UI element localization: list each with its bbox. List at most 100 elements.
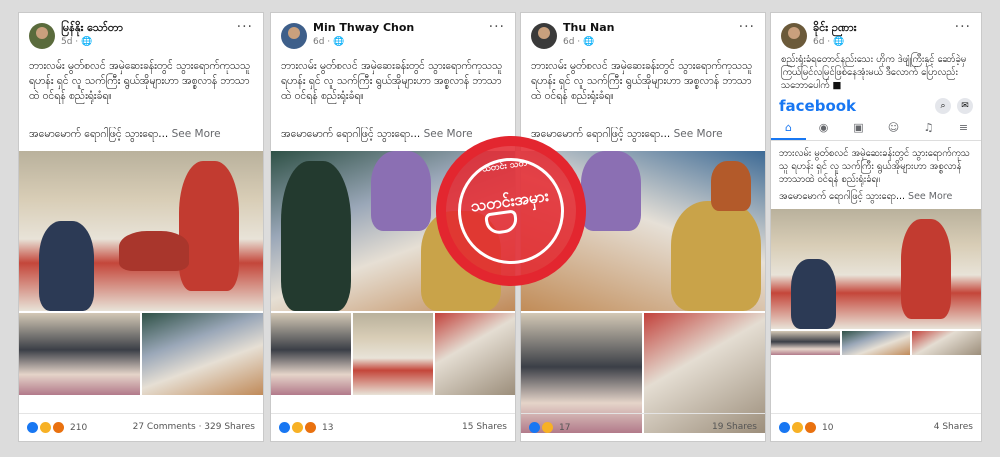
shared-photo-row — [771, 331, 981, 355]
like-reaction-icon — [27, 422, 38, 433]
post-stats[interactable]: 4 Shares — [934, 422, 973, 432]
post-meta: 6d · 🌐 — [813, 37, 845, 47]
photo-figure — [581, 151, 641, 231]
post-header: Thu Nan 6d · 🌐 ··· — [521, 13, 765, 57]
post-photo-main[interactable] — [19, 151, 263, 311]
reactions-summary[interactable]: 17 — [529, 422, 570, 433]
see-more-link[interactable]: See More — [172, 128, 221, 140]
like-reaction-icon — [529, 422, 540, 433]
post-photo-thumb[interactable] — [19, 313, 140, 395]
post-meta: 5d · 🌐 — [61, 37, 93, 47]
reaction-count: 10 — [822, 422, 834, 433]
post-author[interactable]: ခိုင်း ဉဏား — [813, 21, 856, 37]
post-author[interactable]: Thu Nan — [563, 21, 614, 34]
post-meta: 6d · 🌐 — [313, 37, 345, 47]
photo-figure — [791, 259, 836, 329]
more-options-icon[interactable]: ··· — [739, 19, 755, 35]
avatar[interactable] — [281, 23, 307, 49]
see-more-link[interactable]: See More — [424, 128, 473, 140]
avatar[interactable] — [29, 23, 55, 49]
haha-reaction-icon — [40, 422, 51, 433]
post-footer: 10 4 Shares — [771, 413, 981, 441]
post-photo-thumb[interactable] — [271, 313, 351, 395]
haha-reaction-icon — [792, 422, 803, 433]
haha-reaction-icon — [542, 422, 553, 433]
post-stats[interactable]: 15 Shares — [462, 422, 507, 432]
like-reaction-icon — [779, 422, 790, 433]
post-photo-thumb[interactable] — [841, 331, 911, 355]
profile-icon[interactable]: ☺ — [876, 117, 911, 140]
sad-reaction-icon — [292, 422, 303, 433]
like-reaction-icon — [279, 422, 290, 433]
shared-post-text: ဘားလမ်း မွတ်စလင် အမှဲဆေးခန်းတွင် သွားရော… — [779, 148, 970, 185]
see-more-line: အမောမောက် ရောဂါဖြင့် သွားရော... See More — [19, 127, 263, 151]
facebook-header: facebook ⌕ ✉ — [771, 95, 981, 117]
more-options-icon[interactable]: ··· — [955, 19, 971, 35]
post-text: ဘားလမ်း မွတ်စလင် အမှဲဆေးခန်းတွင် သွားရော… — [29, 60, 251, 102]
post-author[interactable]: မြန်နိုး သော်တာ — [61, 21, 123, 37]
shared-post-truncated: အမောမောက် ရောဂါဖြင့် သွားရော... — [779, 191, 906, 202]
post-text: စည်းရုံးခံရတောင်နည်းသေး ဟိုက ဒဲဖျုံကြီးန… — [781, 54, 967, 91]
post-header: ခိုင်း ဉဏား 6d · 🌐 ··· — [771, 13, 981, 51]
menu-icon[interactable]: ≡ — [946, 117, 981, 140]
search-icon[interactable]: ⌕ — [935, 98, 951, 114]
photo-figure — [671, 201, 761, 311]
post-header: Min Thway Chon 6d · 🌐 ··· — [271, 13, 515, 57]
photo-figure — [281, 161, 351, 311]
angry-reaction-icon — [53, 422, 64, 433]
reaction-count: 17 — [559, 422, 571, 433]
post-stats[interactable]: 19 Shares — [712, 422, 757, 432]
photo-figure — [179, 161, 239, 291]
reactions-summary[interactable]: 210 — [27, 422, 87, 433]
shared-photo-main[interactable] — [771, 209, 981, 329]
photo-figure — [39, 221, 94, 311]
reactions-summary[interactable]: 13 — [279, 422, 333, 433]
avatar[interactable] — [531, 23, 557, 49]
more-options-icon[interactable]: ··· — [489, 19, 505, 35]
more-options-icon[interactable]: ··· — [237, 19, 253, 35]
shared-see-more-line: အမောမောက် ရောဂါဖြင့် သွားရော... See More — [779, 190, 973, 203]
home-icon[interactable]: ⌂ — [771, 117, 806, 140]
shared-post: ဘားလမ်း မွတ်စလင် အမှဲဆေးခန်းတွင် သွားရော… — [779, 147, 973, 203]
facebook-nav: ⌂ ◉ ▣ ☺ ♫ ≡ — [771, 117, 981, 141]
photo-figure — [371, 151, 431, 231]
see-more-line: အမောမောက် ရောဂါဖြင့် သွားရော... See More — [521, 127, 765, 151]
notifications-icon[interactable]: ♫ — [911, 117, 946, 140]
post-photo-row — [19, 313, 263, 395]
post-text-truncated: အမောမောက် ရောဂါဖြင့် သွားရော... — [29, 128, 169, 140]
post-photo-thumb[interactable] — [435, 313, 515, 395]
post-text: ဘားလမ်း မွတ်စလင် အမှဲဆေးခန်းတွင် သွားရော… — [531, 60, 753, 102]
post-photo-thumb[interactable] — [353, 313, 433, 395]
watch-icon[interactable]: ▣ — [841, 117, 876, 140]
shared-see-more-link[interactable]: See More — [908, 191, 952, 202]
photo-figure — [119, 231, 189, 271]
post-photo-thumb[interactable] — [142, 313, 263, 395]
messenger-icon[interactable]: ✉ — [957, 98, 973, 114]
post-text-truncated: အမောမောက် ရောဂါဖြင့် သွားရော... — [531, 128, 671, 140]
post-text: ဘားလမ်း မွတ်စလင် အမှဲဆေးခန်းတွင် သွားရော… — [281, 60, 503, 102]
groups-icon[interactable]: ◉ — [806, 117, 841, 140]
post-header: မြန်နိုး သော်တာ 5d · 🌐 ··· — [19, 13, 263, 57]
post-photo-row — [271, 313, 515, 395]
photo-figure — [711, 161, 751, 211]
post-footer: 13 15 Shares — [271, 413, 515, 441]
angry-reaction-icon — [305, 422, 316, 433]
avatar[interactable] — [781, 23, 807, 49]
post-footer: 210 27 Comments · 329 Shares — [19, 413, 263, 441]
post-meta: 6d · 🌐 — [563, 37, 595, 47]
facebook-logo[interactable]: facebook — [779, 97, 856, 115]
see-more-link[interactable]: See More — [674, 128, 723, 140]
reaction-count: 13 — [322, 422, 334, 433]
post-text-truncated: အမောမောက် ရောဂါဖြင့် သွားရော... — [281, 128, 421, 140]
reaction-count: 210 — [70, 422, 88, 433]
post-photo-thumb[interactable] — [771, 331, 840, 355]
angry-reaction-icon — [805, 422, 816, 433]
reactions-summary[interactable]: 10 — [779, 422, 833, 433]
post-stats[interactable]: 27 Comments · 329 Shares — [133, 422, 255, 432]
post-footer: 17 19 Shares — [521, 413, 765, 441]
post-card-4: ခိုင်း ဉဏား 6d · 🌐 ··· စည်းရုံးခံရတောင်န… — [770, 12, 982, 442]
post-card-1: မြန်နိုး သော်တာ 5d · 🌐 ··· ဘားလမ်း မွတ်စ… — [18, 12, 264, 442]
post-author[interactable]: Min Thway Chon — [313, 21, 414, 34]
post-photo-thumb[interactable] — [912, 331, 981, 355]
photo-figure — [901, 219, 951, 319]
